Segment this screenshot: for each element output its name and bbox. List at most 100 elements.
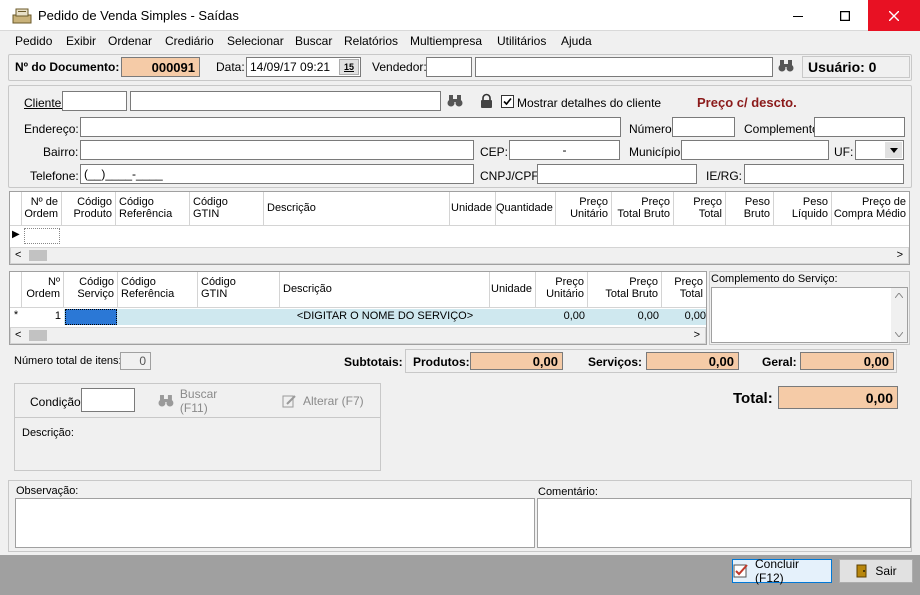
col-codigo-referencia[interactable]: Código Referência <box>116 192 190 226</box>
col-peso-liquido-line2: Líquido <box>791 208 828 220</box>
col-preco-total[interactable]: Preço Total <box>662 272 706 308</box>
comentario-textarea[interactable] <box>537 498 911 548</box>
maximize-button[interactable] <box>821 0 868 31</box>
chevron-up-icon[interactable] <box>895 293 903 298</box>
col-quantidade[interactable]: Quantidade <box>496 192 556 226</box>
col-descricao[interactable]: Descrição <box>280 272 490 308</box>
menu-selecionar[interactable]: Selecionar <box>227 34 284 48</box>
menu-pedido[interactable]: Pedido <box>15 34 52 48</box>
show-details-checkbox[interactable] <box>501 95 514 108</box>
cnpj-label: CNPJ/CPF: <box>480 169 543 183</box>
cnpj-field[interactable] <box>537 164 697 184</box>
geral-subtotal: 0,00 <box>800 352 894 370</box>
total-bruto-cell[interactable]: 0,00 <box>588 310 659 322</box>
binoculars-icon[interactable] <box>778 58 794 74</box>
complemento-field[interactable] <box>814 117 905 137</box>
close-button[interactable] <box>868 0 920 31</box>
cliente-name-field[interactable] <box>130 91 441 111</box>
scroll-thumb[interactable] <box>29 330 47 341</box>
menu-crediario[interactable]: Crediário <box>165 34 214 48</box>
menu-ordenar[interactable]: Ordenar <box>108 34 152 48</box>
minimize-button[interactable] <box>774 0 821 31</box>
scroll-left-icon[interactable]: < <box>15 249 21 261</box>
col-unidade[interactable]: Unidade <box>490 272 536 308</box>
observacao-textarea[interactable] <box>15 498 535 548</box>
total-cell[interactable]: 0,00 <box>662 310 706 322</box>
unitario-cell[interactable]: 0,00 <box>536 310 585 322</box>
col-preco-total[interactable]: Preço Total <box>674 192 726 226</box>
numero-field[interactable] <box>672 117 735 137</box>
col-ordem[interactable]: Nº Ordem <box>22 272 64 308</box>
ordem-cell[interactable]: 1 <box>22 309 64 325</box>
table-row[interactable]: ▶ <box>10 227 909 245</box>
col-preco-unitario[interactable]: Preço Unitário <box>536 272 588 308</box>
col-codigo-gtin-line1: Código <box>193 196 228 208</box>
col-preco-total-bruto[interactable]: Preço Total Bruto <box>588 272 662 308</box>
scroll-right-icon[interactable]: > <box>897 249 903 261</box>
col-ordem[interactable]: Nº de Ordem <box>22 192 62 226</box>
uf-select[interactable] <box>855 140 904 160</box>
municipio-field[interactable] <box>681 140 829 160</box>
lock-icon[interactable] <box>479 93 494 109</box>
col-codigo-referencia[interactable]: Código Referência <box>118 272 198 308</box>
service-complement-textarea[interactable] <box>711 287 908 343</box>
col-codigo-gtin[interactable]: Código GTIN <box>198 272 280 308</box>
buscar-button[interactable]: Buscar (F11) <box>158 387 248 415</box>
menu-bar: Pedido Exibir Ordenar Crediário Selecion… <box>0 31 920 52</box>
col-peso-liquido[interactable]: Peso Líquido <box>774 192 832 226</box>
condicao-field[interactable] <box>81 388 135 412</box>
menu-multiempresa[interactable]: Multiempresa <box>410 34 482 48</box>
endereco-field[interactable] <box>80 117 621 137</box>
show-details-label: Mostrar detalhes do cliente <box>517 96 662 110</box>
col-peso-bruto[interactable]: Peso Bruto <box>726 192 774 226</box>
menu-relatorios[interactable]: Relatórios <box>344 34 398 48</box>
uf-dropdown-button[interactable] <box>885 142 902 158</box>
col-preco-total-bruto-line2: Total Bruto <box>617 208 670 220</box>
col-preco-compra-medio[interactable]: Preço de Compra Médio <box>832 192 909 226</box>
menu-ajuda[interactable]: Ajuda <box>561 34 592 48</box>
calendar-button[interactable]: 15 <box>339 59 359 75</box>
col-codigo-gtin[interactable]: Código GTIN <box>190 192 264 226</box>
col-preco-compra-medio-line2: Compra Médio <box>833 208 906 220</box>
service-complement-scrollbar[interactable] <box>891 288 907 342</box>
col-unidade-line1: Unidade <box>451 202 492 214</box>
col-codigo-servico[interactable]: Código Serviço <box>64 272 118 308</box>
menu-buscar[interactable]: Buscar <box>295 34 332 48</box>
sair-button[interactable]: Sair <box>839 559 913 583</box>
scroll-right-icon[interactable]: > <box>694 329 700 341</box>
doc-number-field[interactable]: 000091 <box>121 57 200 77</box>
ie-field[interactable] <box>744 164 904 184</box>
col-codigo-produto[interactable]: Código Produto <box>62 192 116 226</box>
services-hscrollbar[interactable]: < > <box>10 327 706 344</box>
scroll-left-icon[interactable]: < <box>15 329 21 341</box>
num-items-value: 0 <box>120 352 151 370</box>
codigo-servico-cell[interactable] <box>65 309 117 325</box>
concluir-button[interactable]: Concluir (F12) <box>732 557 832 585</box>
cep-field[interactable]: - <box>509 140 620 160</box>
col-preco-unitario[interactable]: Preço Unitário <box>556 192 612 226</box>
descricao-cell[interactable]: <DIGITAR O NOME DO SERVIÇO> <box>280 310 490 322</box>
col-preco-unitario-line2: Unitário <box>570 208 608 220</box>
bairro-field[interactable] <box>80 140 474 160</box>
col-codigo-gtin-line2: GTIN <box>193 208 220 220</box>
col-descricao[interactable]: Descrição <box>264 192 450 226</box>
products-grid[interactable]: Nº de Ordem Código Produto Código Referênci… <box>9 191 910 265</box>
col-unidade[interactable]: Unidade <box>450 192 496 226</box>
services-grid[interactable]: Nº Ordem Código Serviço Código Referência C… <box>9 271 707 345</box>
products-hscrollbar[interactable]: < > <box>10 247 909 264</box>
price-mode-label: Preço c/ descto. <box>697 95 797 110</box>
scroll-thumb[interactable] <box>29 250 47 261</box>
ordem-cell[interactable] <box>24 228 60 244</box>
vendedor-name-field[interactable] <box>475 57 773 77</box>
binoculars-icon[interactable] <box>447 93 463 109</box>
chevron-down-icon[interactable] <box>895 332 903 337</box>
vendedor-code-field[interactable] <box>426 57 472 77</box>
cliente-code-field[interactable] <box>62 91 127 111</box>
table-row[interactable]: * 1 <DIGITAR O NOME DO SERVIÇO> 0,00 0,0… <box>10 309 706 325</box>
menu-exibir[interactable]: Exibir <box>66 34 96 48</box>
col-preco-total-bruto[interactable]: Preço Total Bruto <box>612 192 674 226</box>
alterar-button[interactable]: Alterar (F7) <box>281 392 371 410</box>
col-ordem-line2: Ordem <box>26 288 60 300</box>
telefone-field[interactable]: (__)____-____ <box>80 164 474 184</box>
menu-utilitarios[interactable]: Utilitários <box>497 34 546 48</box>
